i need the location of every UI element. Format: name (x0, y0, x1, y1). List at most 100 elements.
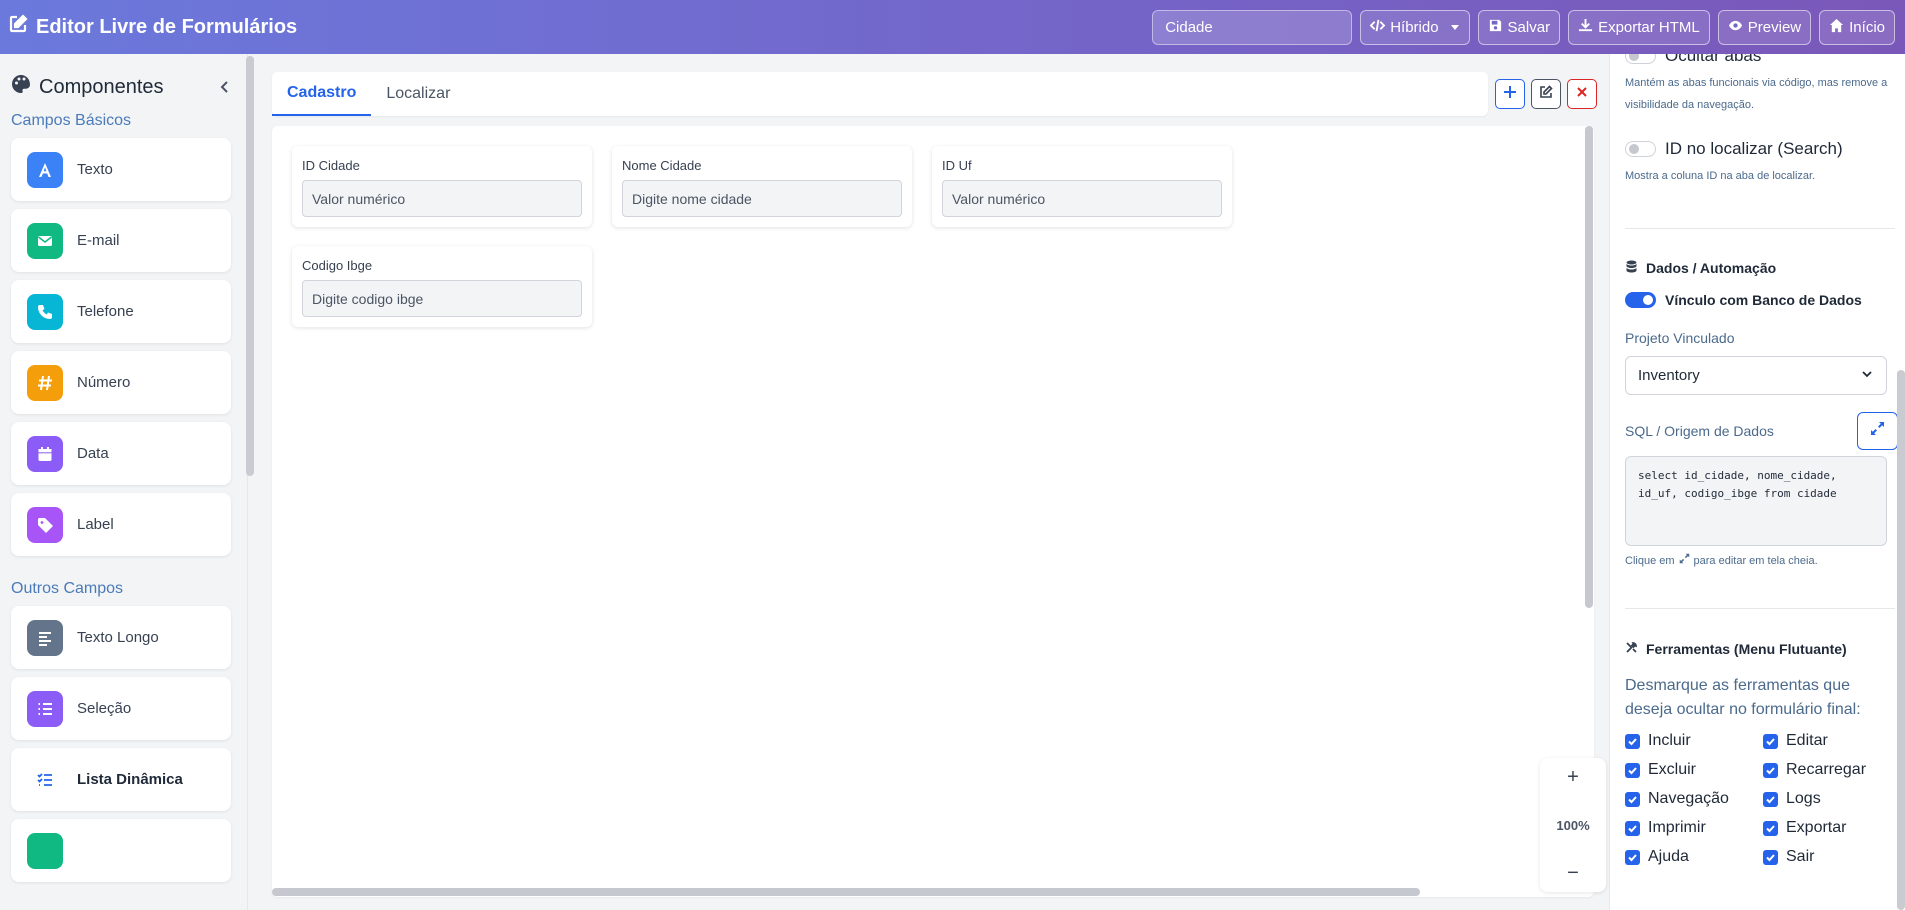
field-input-nome-cidade[interactable] (622, 180, 902, 217)
component-selecao[interactable]: Seleção (11, 677, 231, 740)
align-left-icon (27, 619, 63, 656)
field-input-id-uf[interactable] (942, 180, 1222, 217)
font-icon (27, 151, 63, 188)
sql-hint-before: Clique em (1625, 555, 1675, 567)
checkbox-checked-icon[interactable] (1763, 849, 1778, 865)
project-label: Projeto Vinculado (1625, 330, 1735, 346)
export-html-button[interactable]: Exportar HTML (1568, 10, 1710, 45)
checkbox-checked-icon[interactable] (1763, 820, 1778, 836)
delete-tab-button[interactable] (1567, 79, 1597, 109)
sql-hint: Clique em para editar em tela cheia. (1625, 550, 1895, 572)
expand-sql-button[interactable] (1857, 412, 1898, 450)
hide-tabs-hint: Mantém as abas funcionais via código, ma… (1625, 77, 1888, 111)
field-label: ID Cidade (302, 158, 360, 173)
settings-scrollbar[interactable] (1897, 370, 1905, 910)
preview-label: Preview (1747, 19, 1802, 36)
caret-down-icon (1444, 19, 1460, 36)
id-search-toggle[interactable] (1625, 141, 1656, 157)
tool-label: Recarregar (1786, 761, 1867, 778)
sql-textarea[interactable]: select id_cidade, nome_cidade, id_uf, co… (1625, 456, 1887, 546)
checkbox-checked-icon[interactable] (1763, 762, 1778, 778)
component-texto[interactable]: Texto (11, 138, 231, 201)
tool-sair[interactable]: Sair (1763, 848, 1901, 866)
component-data[interactable]: Data (11, 422, 231, 485)
checkbox-checked-icon[interactable] (1625, 762, 1640, 778)
form-canvas: ID Cidade Nome Cidade ID Uf Codigo Ibge (272, 126, 1594, 897)
sidebar-scrollbar[interactable] (246, 56, 254, 476)
component-lista-dinamica[interactable]: Lista Dinâmica (11, 748, 231, 811)
component-texto-longo[interactable]: Texto Longo (11, 606, 231, 669)
floppy-icon (1488, 18, 1503, 37)
sql-hint-after: para editar em tela cheia. (1693, 555, 1818, 567)
component-numero[interactable]: Número (11, 351, 231, 414)
form-tabs: Cadastro Localizar (272, 72, 1488, 116)
tool-label: Exportar (1786, 819, 1847, 836)
project-select[interactable]: Inventory (1625, 356, 1887, 395)
tool-recarregar[interactable]: Recarregar (1763, 761, 1901, 779)
zoom-out-button[interactable]: − (1567, 862, 1579, 884)
edit-tab-button[interactable] (1531, 79, 1561, 109)
section-title-basic: Campos Básicos (11, 112, 132, 129)
tool-navegacao[interactable]: Navegação (1625, 790, 1763, 808)
tool-excluir[interactable]: Excluir (1625, 761, 1763, 779)
mode-dropdown-button[interactable]: Híbrido (1360, 10, 1470, 45)
checkbox-checked-icon[interactable] (1625, 733, 1640, 749)
tool-incluir[interactable]: Incluir (1625, 732, 1763, 750)
component-email[interactable]: E-mail (11, 209, 231, 272)
tool-ajuda[interactable]: Ajuda (1625, 848, 1763, 866)
tool-editar[interactable]: Editar (1763, 732, 1901, 750)
zoom-in-button[interactable]: + (1567, 766, 1579, 788)
checkbox-checked-icon[interactable] (1763, 733, 1778, 749)
app-title: Editor Livre de Formulários (8, 14, 297, 40)
hide-tabs-toggle[interactable] (1625, 54, 1656, 64)
tool-logs[interactable]: Logs (1763, 790, 1901, 808)
home-button[interactable]: Início (1819, 10, 1895, 45)
tool-label: Sair (1786, 848, 1815, 865)
tab-localizar[interactable]: Localizar (371, 72, 465, 116)
field-card-id-cidade[interactable]: ID Cidade (292, 146, 592, 227)
palette-icon (11, 74, 31, 100)
tools-section-title: Ferramentas (Menu Flutuante) (1625, 641, 1895, 657)
chevron-left-icon[interactable] (217, 79, 233, 95)
field-card-codigo-ibge[interactable]: Codigo Ibge (292, 246, 592, 327)
component-telefone[interactable]: Telefone (11, 280, 231, 343)
phone-icon (27, 293, 63, 330)
envelope-icon (27, 222, 63, 259)
component-label: Número (77, 374, 131, 391)
field-card-id-uf[interactable]: ID Uf (932, 146, 1232, 227)
component-label-item[interactable]: Label (11, 493, 231, 556)
project-select-value: Inventory (1638, 367, 1700, 384)
field-card-nome-cidade[interactable]: Nome Cidade (612, 146, 912, 227)
tab-cadastro[interactable]: Cadastro (272, 72, 372, 116)
tools-icon (1625, 641, 1638, 657)
field-input-id-cidade[interactable] (302, 180, 582, 217)
settings-panel: Ocultar abas Mantém as abas funcionais v… (1609, 54, 1905, 910)
id-search-hint: Mostra a coluna ID na aba de localizar. (1625, 170, 1816, 182)
list-check-icon (27, 762, 63, 798)
canvas-horizontal-scrollbar[interactable] (272, 888, 1420, 896)
tool-label: Editar (1786, 732, 1828, 749)
section-title-other: Outros Campos (11, 580, 124, 597)
preview-button[interactable]: Preview (1717, 10, 1812, 45)
tool-label: Logs (1786, 790, 1821, 807)
checkbox-checked-icon[interactable] (1625, 791, 1640, 807)
sidebar-title: Componentes (39, 75, 164, 98)
add-tab-button[interactable] (1495, 79, 1525, 109)
form-name-input[interactable] (1152, 10, 1353, 45)
field-input-codigo-ibge[interactable] (302, 280, 582, 317)
zoom-level: 100% (1556, 817, 1590, 833)
checkbox-checked-icon[interactable] (1625, 820, 1640, 836)
component-icon (27, 832, 63, 869)
database-icon (1625, 260, 1638, 276)
component-label: Texto (77, 161, 113, 178)
checkbox-checked-icon[interactable] (1625, 849, 1640, 865)
tool-imprimir[interactable]: Imprimir (1625, 819, 1763, 837)
checkbox-checked-icon[interactable] (1763, 791, 1778, 807)
canvas-vertical-scrollbar[interactable] (1585, 126, 1593, 608)
field-label: ID Uf (942, 158, 972, 173)
component-label: Texto Longo (77, 629, 159, 646)
component-partial[interactable] (11, 819, 231, 882)
save-button[interactable]: Salvar (1477, 10, 1561, 45)
tool-exportar[interactable]: Exportar (1763, 819, 1901, 837)
db-link-toggle[interactable] (1625, 292, 1656, 308)
